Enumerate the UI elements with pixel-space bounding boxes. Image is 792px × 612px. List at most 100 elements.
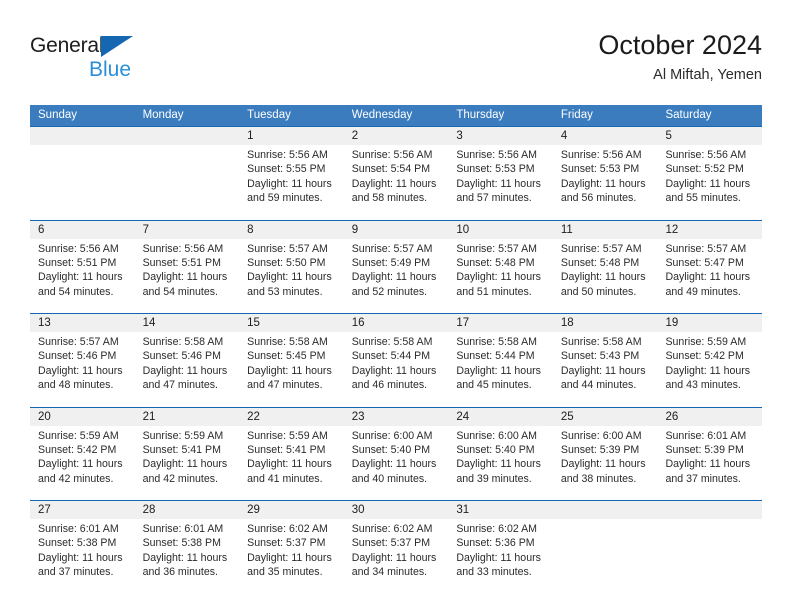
sunrise-text: Sunrise: 6:01 AM (142, 523, 224, 535)
logo-text-blue: Blue (89, 58, 132, 81)
day-sun-info: Sunrise: 5:58 AM Sunset: 5:46 PM Daylight:… (143, 335, 236, 393)
calendar-day-cell[interactable]: 27 Sunrise: 6:01 AM Sunset: 5:38 PM Dayligh… (30, 501, 135, 594)
calendar-day-cell[interactable]: 22 Sunrise: 5:59 AM Sunset: 5:41 PM Dayligh… (239, 408, 344, 501)
calendar-day-cell[interactable]: 19 Sunrise: 5:59 AM Sunset: 5:42 PM Dayligh… (657, 314, 762, 407)
calendar-day-cell[interactable]: 6 Sunrise: 5:56 AM Sunset: 5:51 PM Daylight… (30, 221, 135, 314)
calendar-day-cell[interactable]: 30 Sunrise: 6:02 AM Sunset: 5:37 PM Dayligh… (344, 501, 449, 594)
calendar-day-cell[interactable]: 23 Sunrise: 6:00 AM Sunset: 5:40 PM Dayligh… (344, 408, 449, 501)
calendar-day-cell[interactable]: 16 Sunrise: 5:58 AM Sunset: 5:44 PM Dayligh… (344, 314, 449, 407)
weekday-header-saturday: Saturday (665, 109, 712, 121)
week-cells: 13 Sunrise: 5:57 AM Sunset: 5:46 PM Dayligh… (30, 314, 762, 407)
daylight-text: Daylight: 11 hours and 55 minutes. (665, 177, 751, 205)
calendar-day-cell[interactable]: 17 Sunrise: 5:58 AM Sunset: 5:44 PM Dayligh… (448, 314, 553, 407)
calendar-weeks: 1 Sunrise: 5:56 AM Sunset: 5:55 PM Daylight… (30, 126, 762, 594)
day-sun-info: Sunrise: 5:59 AM Sunset: 5:42 PM Daylight:… (665, 335, 758, 393)
daylight-text: Daylight: 11 hours and 54 minutes. (38, 271, 123, 298)
daylight-text: Daylight: 11 hours and 42 minutes. (38, 458, 123, 485)
daylight-text: Daylight: 11 hours and 40 minutes. (351, 458, 437, 485)
daylight-text: Daylight: 11 hours and 47 minutes. (142, 364, 228, 392)
calendar-day-cell[interactable]: 31 Sunrise: 6:02 AM Sunset: 5:36 PM Dayligh… (448, 501, 553, 594)
calendar-day-cell[interactable]: 14 Sunrise: 5:58 AM Sunset: 5:46 PM Dayligh… (135, 314, 240, 407)
calendar-day-cell[interactable]: 5 Sunrise: 5:56 AM Sunset: 5:52 PM Daylight… (657, 127, 762, 220)
calendar-week-row: 1 Sunrise: 5:56 AM Sunset: 5:55 PM Daylight… (30, 126, 762, 220)
day-number: 6 (38, 223, 45, 236)
calendar-day-cell[interactable]: 28 Sunrise: 6:01 AM Sunset: 5:38 PM Dayligh… (135, 501, 240, 594)
day-sun-info: Sunrise: 6:01 AM Sunset: 5:39 PM Daylight:… (665, 429, 758, 487)
sunrise-text: Sunrise: 5:58 AM (351, 336, 433, 348)
calendar-day-cell[interactable]: 29 Sunrise: 6:02 AM Sunset: 5:37 PM Dayligh… (239, 501, 344, 594)
daylight-text: Daylight: 11 hours and 41 minutes. (247, 458, 332, 485)
sunrise-text: Sunrise: 6:02 AM (456, 523, 537, 535)
sunset-text: Sunset: 5:37 PM (247, 537, 326, 550)
page-title: October 2024 (598, 30, 762, 60)
calendar-day-cell[interactable]: 7 Sunrise: 5:56 AM Sunset: 5:51 PM Daylight… (135, 221, 240, 314)
calendar-day-cell[interactable]: 13 Sunrise: 5:57 AM Sunset: 5:46 PM Dayligh… (30, 314, 135, 407)
sunrise-text: Sunrise: 6:02 AM (351, 523, 433, 535)
sunrise-text: Sunrise: 5:58 AM (142, 336, 224, 348)
calendar-week-row: 6 Sunrise: 5:56 AM Sunset: 5:51 PM Daylight… (30, 219, 762, 314)
day-sun-info: Sunrise: 5:57 AM Sunset: 5:50 PM Daylight:… (247, 242, 340, 300)
general-blue-logo[interactable]: General Blue (30, 34, 160, 86)
calendar-day-cell[interactable]: 3 Sunrise: 5:56 AM Sunset: 5:53 PM Daylight… (448, 127, 553, 220)
daylight-text: Daylight: 11 hours and 58 minutes. (351, 177, 437, 205)
calendar-day-cell[interactable]: 8 Sunrise: 5:57 AM Sunset: 5:50 PM Daylight… (239, 221, 344, 314)
calendar-day-cell[interactable]: 11 Sunrise: 5:57 AM Sunset: 5:48 PM Dayligh… (553, 221, 658, 314)
day-sun-info: Sunrise: 5:58 AM Sunset: 5:44 PM Daylight:… (456, 335, 549, 393)
calendar-day-cell[interactable]: 20 Sunrise: 5:59 AM Sunset: 5:42 PM Dayligh… (30, 408, 135, 501)
calendar-day-cell[interactable]: 21 Sunrise: 5:59 AM Sunset: 5:41 PM Dayligh… (135, 408, 240, 501)
day-number: 18 (560, 317, 574, 329)
day-sun-info: Sunrise: 5:56 AM Sunset: 5:53 PM Daylight:… (561, 148, 654, 206)
weekday-header-wednesday: Wednesday (351, 109, 413, 121)
day-sun-info: Sunrise: 6:00 AM Sunset: 5:40 PM Daylight:… (456, 429, 549, 487)
calendar-day-cell[interactable]: 4 Sunrise: 5:56 AM Sunset: 5:53 PM Daylight… (553, 127, 658, 220)
day-sun-info: Sunrise: 5:57 AM Sunset: 5:48 PM Daylight:… (561, 242, 654, 300)
calendar-day-cell[interactable]: 15 Sunrise: 5:58 AM Sunset: 5:45 PM Dayligh… (239, 314, 344, 407)
sunrise-text: Sunrise: 5:57 AM (560, 242, 642, 255)
day-number: 13 (38, 317, 51, 329)
daylight-text: Daylight: 11 hours and 44 minutes. (560, 364, 646, 392)
day-sun-info: Sunrise: 5:57 AM Sunset: 5:47 PM Daylight:… (665, 242, 758, 300)
sunset-text: Sunset: 5:42 PM (665, 350, 744, 363)
weekday-header-sunday: Sunday (38, 109, 78, 121)
sunset-text: Sunset: 5:46 PM (38, 350, 117, 363)
day-sun-info: Sunrise: 6:02 AM Sunset: 5:37 PM Daylight:… (352, 522, 445, 580)
calendar-day-cell[interactable]: 24 Sunrise: 6:00 AM Sunset: 5:40 PM Dayligh… (448, 408, 553, 501)
day-number: 7 (142, 223, 149, 236)
sunrise-text: Sunrise: 6:02 AM (247, 523, 328, 535)
day-sun-info: Sunrise: 5:59 AM Sunset: 5:41 PM Daylight:… (143, 429, 236, 487)
week-cells: 20 Sunrise: 5:59 AM Sunset: 5:42 PM Dayligh… (30, 408, 762, 501)
sunset-text: Sunset: 5:42 PM (38, 443, 117, 456)
sunrise-text: Sunrise: 5:59 AM (142, 429, 224, 442)
sunset-text: Sunset: 5:37 PM (351, 537, 431, 550)
sunset-text: Sunset: 5:38 PM (142, 537, 221, 550)
calendar-day-cell[interactable]: 25 Sunrise: 6:00 AM Sunset: 5:39 PM Dayligh… (553, 408, 658, 501)
day-number: 26 (665, 410, 679, 423)
calendar-day-cell[interactable]: 2 Sunrise: 5:56 AM Sunset: 5:54 PM Daylight… (344, 127, 449, 220)
daylight-text: Daylight: 11 hours and 53 minutes. (247, 271, 332, 298)
calendar-day-cell[interactable]: 26 Sunrise: 6:01 AM Sunset: 5:39 PM Dayligh… (657, 408, 762, 501)
sunrise-text: Sunrise: 5:57 AM (351, 242, 433, 255)
daylight-text: Daylight: 11 hours and 48 minutes. (38, 364, 123, 392)
day-number: 23 (351, 410, 365, 423)
calendar-day-cell[interactable]: 10 Sunrise: 5:57 AM Sunset: 5:48 PM Dayligh… (448, 221, 553, 314)
day-number: 3 (456, 130, 463, 142)
daylight-text: Daylight: 11 hours and 37 minutes. (665, 458, 751, 485)
day-sun-info: Sunrise: 6:02 AM Sunset: 5:36 PM Daylight:… (456, 522, 549, 580)
sunrise-text: Sunrise: 5:59 AM (38, 429, 119, 442)
day-sun-info: Sunrise: 5:56 AM Sunset: 5:53 PM Daylight:… (456, 148, 549, 206)
sunrise-text: Sunrise: 5:58 AM (456, 336, 537, 348)
calendar-day-cell[interactable]: 9 Sunrise: 5:57 AM Sunset: 5:49 PM Daylight… (344, 221, 449, 314)
sunset-text: Sunset: 5:49 PM (351, 256, 431, 269)
sunrise-text: Sunrise: 5:56 AM (142, 242, 224, 255)
day-sun-info: Sunrise: 6:00 AM Sunset: 5:39 PM Daylight:… (561, 429, 654, 487)
daylight-text: Daylight: 11 hours and 37 minutes. (38, 551, 123, 579)
day-number: 21 (142, 410, 156, 423)
sunset-text: Sunset: 5:53 PM (456, 163, 535, 176)
daylight-text: Daylight: 11 hours and 47 minutes. (247, 364, 332, 392)
calendar-day-cell[interactable]: 18 Sunrise: 5:58 AM Sunset: 5:43 PM Dayligh… (553, 314, 658, 407)
weekday-header-monday: Monday (142, 109, 184, 121)
calendar-day-cell[interactable]: 1 Sunrise: 5:56 AM Sunset: 5:55 PM Daylight… (239, 127, 344, 220)
weekday-header-thursday: Thursday (456, 109, 505, 121)
calendar-day-cell[interactable]: 12 Sunrise: 5:57 AM Sunset: 5:47 PM Dayligh… (657, 221, 762, 314)
logo-text-general: General (30, 34, 104, 57)
